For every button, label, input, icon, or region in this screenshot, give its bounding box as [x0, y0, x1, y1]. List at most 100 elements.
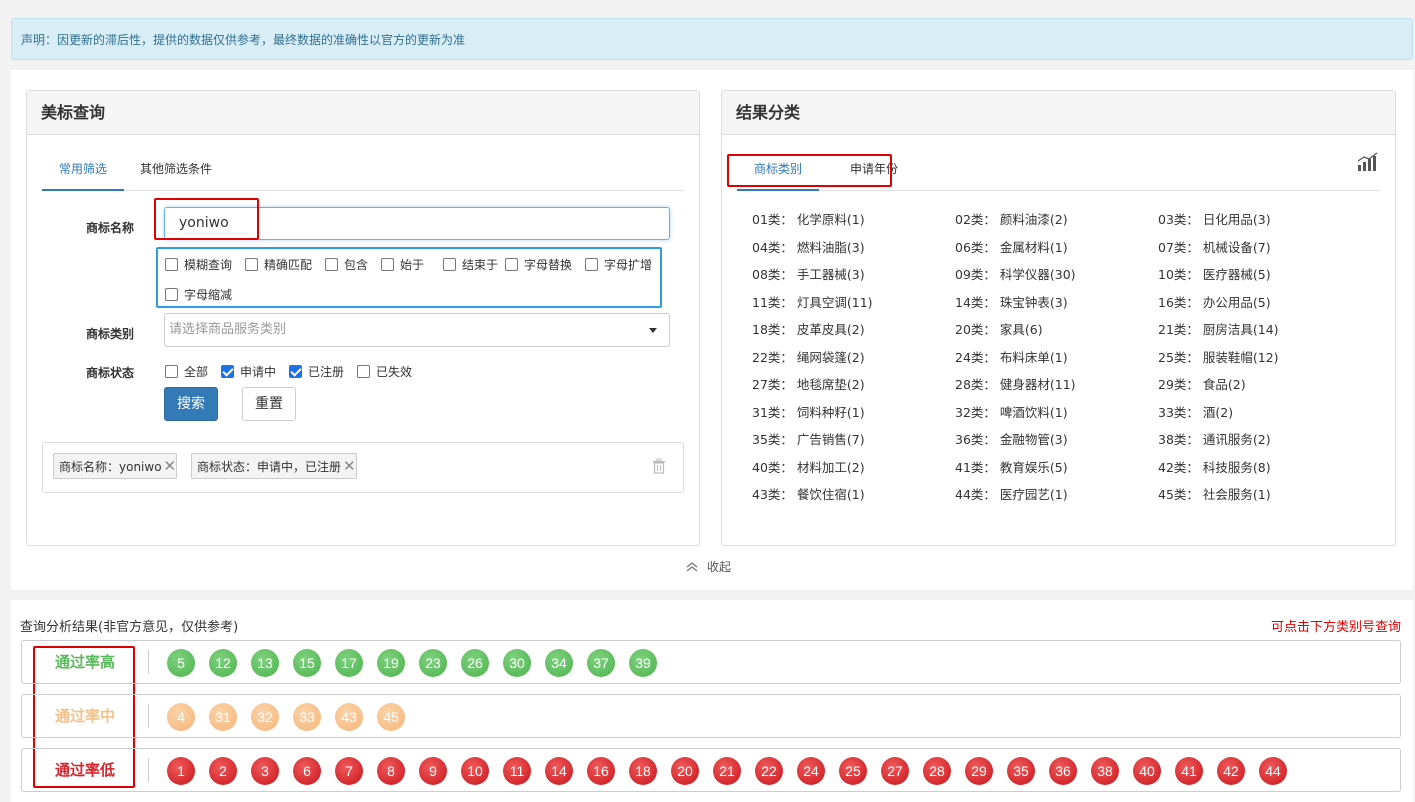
match-option[interactable]: 字母缩减 [165, 286, 232, 303]
match-option[interactable]: 结束于 [443, 256, 498, 273]
class-number-ball[interactable]: 44 [1259, 757, 1287, 785]
class-number-ball[interactable]: 45 [377, 703, 405, 731]
class-number-ball[interactable]: 35 [1007, 757, 1035, 785]
class-number-ball[interactable]: 36 [1049, 757, 1077, 785]
class-number-ball[interactable]: 29 [965, 757, 993, 785]
bar-chart-icon[interactable] [1357, 152, 1379, 172]
checkbox[interactable] [443, 258, 456, 271]
class-item[interactable]: 38类： 通讯服务(2) [1158, 429, 1271, 448]
class-item[interactable]: 09类： 科学仪器(30) [955, 264, 1076, 283]
class-number-ball[interactable]: 11 [503, 757, 531, 785]
class-number-ball[interactable]: 30 [503, 649, 531, 677]
class-number-ball[interactable]: 7 [335, 757, 363, 785]
class-number-ball[interactable]: 32 [251, 703, 279, 731]
class-number-ball[interactable]: 23 [419, 649, 447, 677]
class-item[interactable]: 24类： 布料床单(1) [955, 347, 1068, 366]
class-item[interactable]: 14类： 珠宝钟表(3) [955, 292, 1068, 311]
class-item[interactable]: 35类： 广告销售(7) [752, 429, 865, 448]
class-number-ball[interactable]: 20 [671, 757, 699, 785]
class-item[interactable]: 07类： 机械设备(7) [1158, 237, 1271, 256]
class-item[interactable]: 32类： 啤酒饮料(1) [955, 402, 1068, 421]
class-number-ball[interactable]: 19 [377, 649, 405, 677]
class-item[interactable]: 03类： 日化用品(3) [1158, 209, 1271, 228]
class-number-ball[interactable]: 34 [545, 649, 573, 677]
class-number-ball[interactable]: 10 [461, 757, 489, 785]
class-item[interactable]: 11类： 灯具空调(11) [752, 292, 873, 311]
checkbox[interactable] [505, 258, 518, 271]
class-number-ball[interactable]: 2 [209, 757, 237, 785]
trash-icon[interactable] [652, 458, 666, 474]
class-item[interactable]: 42类： 科技服务(8) [1158, 457, 1271, 476]
checkbox[interactable] [165, 365, 178, 378]
checkbox[interactable] [325, 258, 338, 271]
class-number-ball[interactable]: 5 [167, 649, 195, 677]
match-option[interactable]: 精确匹配 [245, 256, 312, 273]
class-item[interactable]: 31类： 饲料种籽(1) [752, 402, 865, 421]
close-icon[interactable]: ✕ [343, 457, 356, 475]
checkbox[interactable] [245, 258, 258, 271]
class-number-ball[interactable]: 4 [167, 703, 195, 731]
search-button[interactable]: 搜索 [164, 387, 218, 421]
tab-other-filter[interactable]: 其他筛选条件 [134, 147, 218, 191]
checkbox[interactable] [585, 258, 598, 271]
collapse-toggle[interactable]: 收起 [686, 558, 731, 575]
reset-button[interactable]: 重置 [242, 387, 296, 421]
class-number-ball[interactable]: 18 [629, 757, 657, 785]
class-item[interactable]: 44类： 医疗园艺(1) [955, 484, 1068, 503]
class-item[interactable]: 43类： 餐饮住宿(1) [752, 484, 865, 503]
class-item[interactable]: 08类： 手工器械(3) [752, 264, 865, 283]
class-number-ball[interactable]: 21 [713, 757, 741, 785]
class-item[interactable]: 41类： 教育娱乐(5) [955, 457, 1068, 476]
class-number-ball[interactable]: 16 [587, 757, 615, 785]
class-number-ball[interactable]: 3 [251, 757, 279, 785]
class-number-ball[interactable]: 24 [797, 757, 825, 785]
category-select[interactable]: 请选择商品服务类别 [164, 313, 670, 347]
close-icon[interactable]: ✕ [164, 457, 177, 475]
tab-common-filter[interactable]: 常用筛选 [42, 147, 124, 191]
class-item[interactable]: 18类： 皮革皮具(2) [752, 319, 865, 338]
class-number-ball[interactable]: 40 [1133, 757, 1161, 785]
class-number-ball[interactable]: 39 [629, 649, 657, 677]
class-item[interactable]: 01类： 化学原料(1) [752, 209, 865, 228]
match-option[interactable]: 包含 [325, 256, 368, 273]
status-option[interactable]: 申请中 [221, 363, 276, 380]
class-number-ball[interactable]: 38 [1091, 757, 1119, 785]
filter-chip-name[interactable]: 商标名称：yoniwo ✕ [53, 453, 178, 479]
class-number-ball[interactable]: 6 [293, 757, 321, 785]
class-number-ball[interactable]: 15 [293, 649, 321, 677]
class-number-ball[interactable]: 1 [167, 757, 195, 785]
checkbox[interactable] [289, 365, 302, 378]
class-item[interactable]: 02类： 颜料油漆(2) [955, 209, 1068, 228]
checkbox[interactable] [381, 258, 394, 271]
status-option[interactable]: 已注册 [289, 363, 344, 380]
status-option[interactable]: 已失效 [357, 363, 412, 380]
class-number-ball[interactable]: 22 [755, 757, 783, 785]
class-item[interactable]: 25类： 服装鞋帽(12) [1158, 347, 1279, 366]
class-item[interactable]: 33类： 酒(2) [1158, 402, 1233, 421]
checkbox[interactable] [165, 288, 178, 301]
class-item[interactable]: 27类： 地毯席垫(2) [752, 374, 865, 393]
class-item[interactable]: 28类： 健身器材(11) [955, 374, 1076, 393]
class-item[interactable]: 06类： 金属材料(1) [955, 237, 1068, 256]
class-number-ball[interactable]: 8 [377, 757, 405, 785]
class-number-ball[interactable]: 37 [587, 649, 615, 677]
class-number-ball[interactable]: 33 [293, 703, 321, 731]
checkbox[interactable] [221, 365, 234, 378]
class-number-ball[interactable]: 43 [335, 703, 363, 731]
match-option[interactable]: 模糊查询 [165, 256, 232, 273]
class-number-ball[interactable]: 9 [419, 757, 447, 785]
status-option[interactable]: 全部 [165, 363, 208, 380]
match-option[interactable]: 字母扩增 [585, 256, 652, 273]
class-item[interactable]: 40类： 材料加工(2) [752, 457, 865, 476]
class-item[interactable]: 36类： 金融物管(3) [955, 429, 1068, 448]
class-number-ball[interactable]: 13 [251, 649, 279, 677]
checkbox[interactable] [357, 365, 370, 378]
class-item[interactable]: 10类： 医疗器械(5) [1158, 264, 1271, 283]
class-number-ball[interactable]: 27 [881, 757, 909, 785]
class-number-ball[interactable]: 25 [839, 757, 867, 785]
class-item[interactable]: 16类： 办公用品(5) [1158, 292, 1271, 311]
class-item[interactable]: 29类： 食品(2) [1158, 374, 1246, 393]
class-number-ball[interactable]: 12 [209, 649, 237, 677]
class-item[interactable]: 04类： 燃料油脂(3) [752, 237, 865, 256]
class-number-ball[interactable]: 17 [335, 649, 363, 677]
